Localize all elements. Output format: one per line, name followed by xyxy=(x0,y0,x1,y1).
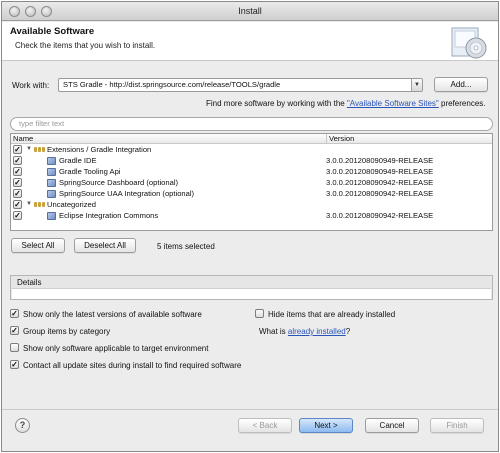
feature-icon xyxy=(47,179,56,187)
work-with-label: Work with: xyxy=(12,81,50,90)
install-dialog: Install Available Software Check the ite… xyxy=(1,1,499,452)
group-name: Extensions / Gradle Integration xyxy=(47,145,152,154)
item-version: 3.0.0.201208090942-RELEASE xyxy=(326,211,434,220)
work-with-combo[interactable]: STS Gradle - http://dist.springsource.co… xyxy=(58,78,423,92)
banner-title: Available Software xyxy=(10,26,95,37)
tree-item-row[interactable]: ✓ SpringSource Dashboard (optional) 3.0.… xyxy=(11,177,492,188)
more-sites-suffix: preferences. xyxy=(441,99,486,108)
column-header-version[interactable]: Version xyxy=(326,134,354,143)
hide-installed-checkbox[interactable] xyxy=(255,309,264,318)
tree-item-row[interactable]: ✓ SpringSource UAA Integration (optional… xyxy=(11,188,492,199)
install-cd-icon xyxy=(451,27,487,59)
banner-description: Check the items that you wish to install… xyxy=(15,41,156,50)
group-checkbox[interactable]: ✓ xyxy=(13,145,22,154)
target-env-checkbox[interactable] xyxy=(10,343,19,352)
already-installed-link[interactable]: already installed xyxy=(288,327,346,336)
expand-triangle-icon[interactable]: ▼ xyxy=(26,144,32,155)
item-checkbox[interactable]: ✓ xyxy=(13,189,22,198)
tree-item-row[interactable]: ✓ Gradle Tooling Api 3.0.0.201208090949-… xyxy=(11,166,492,177)
feature-icon xyxy=(47,168,56,176)
deselect-all-button[interactable]: Deselect All xyxy=(74,238,136,253)
window-title: Install xyxy=(238,6,262,16)
item-name: Gradle IDE xyxy=(59,156,97,165)
feature-icon xyxy=(47,212,56,220)
zoom-window-button[interactable] xyxy=(41,6,52,17)
category-icon xyxy=(34,147,45,152)
select-all-button[interactable]: Select All xyxy=(11,238,65,253)
item-version: 3.0.0.201208090949-RELEASE xyxy=(326,167,434,176)
work-with-value: STS Gradle - http://dist.springsource.co… xyxy=(63,80,281,89)
item-name: Eclipse Integration Commons xyxy=(59,211,159,220)
category-icon xyxy=(34,202,45,207)
tree-header: Name Version xyxy=(11,134,492,144)
group-checkbox[interactable]: ✓ xyxy=(13,200,22,209)
hide-installed-label: Hide items that are already installed xyxy=(268,310,396,319)
details-label: Details xyxy=(17,278,42,287)
cancel-button[interactable]: Cancel xyxy=(365,418,419,433)
item-checkbox[interactable]: ✓ xyxy=(13,167,22,176)
tree-group-row[interactable]: ✓ ▼ Uncategorized xyxy=(11,199,492,210)
item-name: SpringSource Dashboard (optional) xyxy=(59,178,179,187)
item-checkbox[interactable]: ✓ xyxy=(13,178,22,187)
selection-status: 5 items selected xyxy=(157,242,215,251)
back-button[interactable]: < Back xyxy=(238,418,292,433)
item-version: 3.0.0.201208090942-RELEASE xyxy=(326,178,434,187)
add-site-button[interactable]: Add... xyxy=(434,77,488,92)
software-tree[interactable]: Name Version ✓ ▼ Extensions / Gradle Int… xyxy=(10,133,493,231)
feature-icon xyxy=(47,157,56,165)
filter-input[interactable]: type filter text xyxy=(10,117,493,131)
group-by-category-label: Group items by category xyxy=(23,327,111,336)
next-button[interactable]: Next > xyxy=(299,418,353,433)
finish-button[interactable]: Finish xyxy=(430,418,484,433)
details-text-area[interactable] xyxy=(12,288,491,299)
group-by-category-checkbox[interactable]: ✓ xyxy=(10,326,19,335)
chevron-down-icon[interactable]: ▼ xyxy=(411,79,422,91)
feature-icon xyxy=(47,190,56,198)
tree-item-row[interactable]: ✓ Eclipse Integration Commons 3.0.0.2012… xyxy=(11,210,492,221)
title-bar: Install xyxy=(2,2,498,21)
filter-placeholder: type filter text xyxy=(19,119,65,128)
item-checkbox[interactable]: ✓ xyxy=(13,156,22,165)
window-controls xyxy=(9,6,52,17)
what-is-prefix: What is xyxy=(259,327,286,336)
contact-sites-label: Contact all update sites during install … xyxy=(23,361,242,370)
minimize-window-button[interactable] xyxy=(25,6,36,17)
what-is-installed-text: What is already installed? xyxy=(259,327,350,336)
more-sites-text: Find more software by working with the "… xyxy=(206,99,485,108)
available-software-sites-link[interactable]: "Available Software Sites" xyxy=(347,99,439,108)
tree-item-row[interactable]: ✓ Gradle IDE 3.0.0.201208090949-RELEASE xyxy=(11,155,492,166)
column-header-name[interactable]: Name xyxy=(13,134,33,143)
item-checkbox[interactable]: ✓ xyxy=(13,211,22,220)
latest-only-label: Show only the latest versions of availab… xyxy=(23,310,202,319)
dialog-banner: Available Software Check the items that … xyxy=(2,22,498,61)
more-sites-prefix: Find more software by working with the xyxy=(206,99,345,108)
help-icon[interactable]: ? xyxy=(15,418,30,433)
tree-group-row[interactable]: ✓ ▼ Extensions / Gradle Integration xyxy=(11,144,492,155)
item-name: Gradle Tooling Api xyxy=(59,167,121,176)
details-panel: Details xyxy=(10,275,493,300)
footer-separator xyxy=(2,409,498,410)
target-env-label: Show only software applicable to target … xyxy=(23,344,209,353)
item-name: SpringSource UAA Integration (optional) xyxy=(59,189,195,198)
contact-sites-checkbox[interactable]: ✓ xyxy=(10,360,19,369)
latest-only-checkbox[interactable]: ✓ xyxy=(10,309,19,318)
what-is-suffix: ? xyxy=(345,327,351,336)
expand-triangle-icon[interactable]: ▼ xyxy=(26,199,32,210)
item-version: 3.0.0.201208090942-RELEASE xyxy=(326,189,434,198)
close-window-button[interactable] xyxy=(9,6,20,17)
item-version: 3.0.0.201208090949-RELEASE xyxy=(326,156,434,165)
group-name: Uncategorized xyxy=(47,200,96,209)
